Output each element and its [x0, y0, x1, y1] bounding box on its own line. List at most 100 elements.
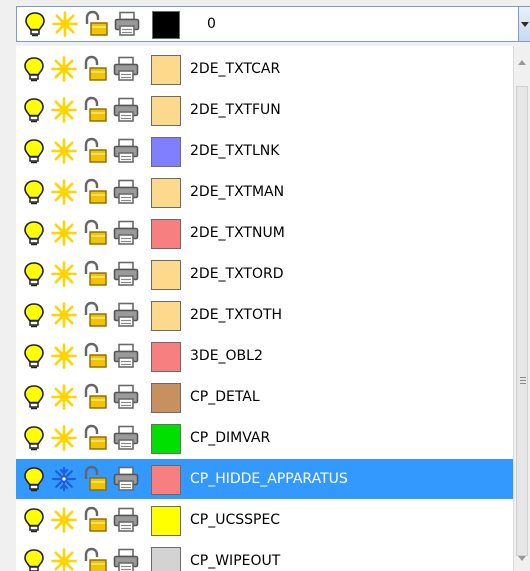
lightbulb-on-icon[interactable] [20, 178, 48, 206]
printer-icon[interactable] [112, 424, 140, 452]
lightbulb-on-icon[interactable] [20, 465, 48, 493]
printer-icon[interactable] [113, 10, 141, 38]
layer-row[interactable]: 2DE_TXTORD [16, 254, 513, 294]
unlocked-icon[interactable] [80, 424, 108, 452]
lightbulb-on-icon[interactable] [20, 301, 48, 329]
printer-icon[interactable] [112, 260, 140, 288]
color-swatch[interactable] [152, 11, 180, 39]
sun-thawed-icon[interactable] [50, 219, 78, 247]
printer-icon[interactable] [112, 301, 140, 329]
layer-row[interactable]: CP_UCSSPEC [16, 500, 513, 540]
sun-thawed-icon[interactable] [50, 383, 78, 411]
layer-name: 3DE_OBL2 [190, 348, 263, 364]
color-swatch[interactable] [151, 55, 181, 85]
layer-row[interactable]: 2DE_TXTOTH [16, 295, 513, 335]
layer-row[interactable]: 3DE_OBL2 [16, 336, 513, 376]
unlocked-icon[interactable] [81, 10, 109, 38]
unlocked-icon[interactable] [80, 383, 108, 411]
layer-row[interactable]: CP_DIMVAR [16, 418, 513, 458]
unlocked-icon[interactable] [80, 506, 108, 534]
unlocked-icon[interactable] [80, 219, 108, 247]
sun-thawed-icon[interactable] [51, 10, 79, 38]
color-swatch[interactable] [151, 96, 181, 126]
printer-icon[interactable] [112, 342, 140, 370]
scrollbar-thumb[interactable] [516, 86, 528, 556]
layer-row[interactable]: 2DE_TXTFUN [16, 90, 513, 130]
printer-icon[interactable] [112, 219, 140, 247]
dropdown-arrow-button[interactable] [518, 6, 530, 42]
lightbulb-on-icon[interactable] [20, 383, 48, 411]
lightbulb-on-icon[interactable] [20, 55, 48, 83]
printer-icon[interactable] [112, 506, 140, 534]
vertical-scrollbar[interactable] [513, 46, 530, 571]
layer-dropdown-list[interactable]: 2DE_TXTCAR 2DE_TXTFUN 2DE_TXTLNK 2DE_TXTMAN… [16, 46, 513, 571]
layer-row[interactable]: 2DE_TXTMAN [16, 172, 513, 212]
sun-thawed-icon[interactable] [50, 96, 78, 124]
layer-row[interactable]: 2DE_TXTLNK [16, 131, 513, 171]
unlocked-icon[interactable] [80, 465, 108, 493]
lightbulb-on-icon[interactable] [20, 219, 48, 247]
sun-thawed-icon[interactable] [50, 342, 78, 370]
printer-icon[interactable] [112, 96, 140, 124]
sun-thawed-icon[interactable] [50, 301, 78, 329]
color-swatch[interactable] [151, 342, 181, 372]
color-swatch[interactable] [151, 178, 181, 208]
lightbulb-on-icon[interactable] [20, 547, 48, 571]
color-swatch[interactable] [151, 547, 181, 571]
lightbulb-on-icon[interactable] [20, 96, 48, 124]
printer-icon[interactable] [112, 137, 140, 165]
unlocked-icon[interactable] [80, 547, 108, 571]
printer-icon[interactable] [112, 465, 140, 493]
scroll-up-arrow-icon[interactable] [518, 60, 526, 65]
lightbulb-on-icon[interactable] [20, 260, 48, 288]
printer-icon[interactable] [112, 383, 140, 411]
scroll-down-arrow-icon[interactable] [518, 556, 526, 561]
lightbulb-on-icon[interactable] [20, 137, 48, 165]
unlocked-icon[interactable] [80, 96, 108, 124]
color-swatch[interactable] [151, 424, 181, 454]
layer-name: CP_HIDDE_APPARATUS [190, 471, 348, 487]
unlocked-icon[interactable] [80, 137, 108, 165]
color-swatch[interactable] [151, 260, 181, 290]
printer-icon[interactable] [112, 55, 140, 83]
chevron-down-icon [521, 22, 529, 27]
sun-thawed-icon[interactable] [50, 260, 78, 288]
snowflake-frozen-icon[interactable] [50, 465, 78, 493]
layer-row[interactable]: 2DE_TXTNUM [16, 213, 513, 253]
layer-row[interactable]: CP_WIPEOUT [16, 541, 513, 571]
layer-state-icons [20, 506, 185, 536]
lightbulb-on-icon[interactable] [20, 506, 48, 534]
unlocked-icon[interactable] [80, 178, 108, 206]
layer-name: 2DE_TXTOTH [190, 307, 283, 323]
color-swatch[interactable] [151, 383, 181, 413]
printer-icon[interactable] [112, 178, 140, 206]
lightbulb-on-icon[interactable] [20, 424, 48, 452]
layer-name: 2DE_TXTMAN [190, 184, 285, 200]
unlocked-icon[interactable] [80, 301, 108, 329]
printer-icon[interactable] [112, 547, 140, 571]
layer-state-icons [20, 55, 185, 85]
sun-thawed-icon[interactable] [50, 55, 78, 83]
layer-combo-box[interactable]: 0 [16, 6, 530, 42]
color-swatch[interactable] [151, 137, 181, 167]
unlocked-icon[interactable] [80, 260, 108, 288]
layer-name: CP_DIMVAR [190, 430, 271, 446]
unlocked-icon[interactable] [80, 342, 108, 370]
unlocked-icon[interactable] [80, 55, 108, 83]
lightbulb-on-icon[interactable] [20, 342, 48, 370]
sun-thawed-icon[interactable] [50, 137, 78, 165]
sun-thawed-icon[interactable] [50, 547, 78, 571]
layer-row[interactable]: CP_HIDDE_APPARATUS [16, 459, 513, 499]
layer-name: CP_DETAL [190, 389, 260, 405]
color-swatch[interactable] [151, 219, 181, 249]
sun-thawed-icon[interactable] [50, 424, 78, 452]
layer-row[interactable]: CP_DETAL [16, 377, 513, 417]
color-swatch[interactable] [151, 465, 181, 495]
layer-row[interactable]: 2DE_TXTCAR [16, 49, 513, 89]
sun-thawed-icon[interactable] [50, 178, 78, 206]
color-swatch[interactable] [151, 301, 181, 331]
layer-state-icons [20, 219, 185, 249]
lightbulb-on-icon[interactable] [21, 10, 49, 38]
sun-thawed-icon[interactable] [50, 506, 78, 534]
color-swatch[interactable] [151, 506, 181, 536]
